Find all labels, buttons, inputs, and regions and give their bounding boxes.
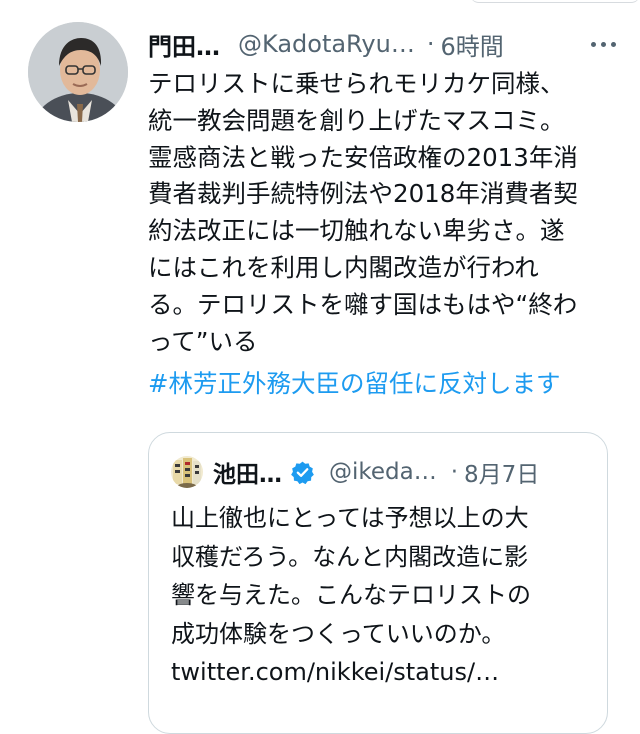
verified-badge-icon <box>290 460 315 485</box>
author-avatar[interactable] <box>28 22 128 122</box>
tweet-text: テロリストに乗せられモリカケ同様、 統一教会問題を創り上げたマスコミ。 霊感商法… <box>148 69 578 356</box>
more-horizontal-icon[interactable] <box>587 36 620 53</box>
quoted-separator-dot: · <box>450 459 459 485</box>
quoted-tweet-text: 山上徹也にとっては予想以上の大 収穫だろう。なんと内閣改造に影 響を与えた。こん… <box>171 504 531 648</box>
quoted-tweet-card[interactable]: 池田… @ikeda… · 8月7日 山上徹也にとっては予想以上の大 収穫だろう… <box>148 432 608 734</box>
quoted-tweet-link[interactable]: twitter.com/nikkei/status/… <box>171 653 499 692</box>
quoted-author-name[interactable]: 池田… <box>213 455 282 489</box>
tweet-header: 門田… @KadotaRyu… · 6時間 <box>148 24 620 64</box>
top-edge-divider <box>470 0 640 3</box>
quoted-author-handle[interactable]: @ikeda… <box>329 459 437 485</box>
author-name[interactable]: 門田… <box>148 27 220 62</box>
tweet-timestamp[interactable]: 6時間 <box>440 27 503 62</box>
quoted-timestamp[interactable]: 8月7日 <box>464 455 539 489</box>
quoted-author-avatar[interactable] <box>171 456 203 488</box>
hashtag-link[interactable]: #林芳正外務大臣の留任に反対します <box>148 366 561 403</box>
quoted-tweet-header: 池田… @ikeda… · 8月7日 <box>171 455 587 489</box>
separator-dot: · <box>426 30 435 58</box>
author-handle[interactable]: @KadotaRyu… <box>238 30 415 58</box>
